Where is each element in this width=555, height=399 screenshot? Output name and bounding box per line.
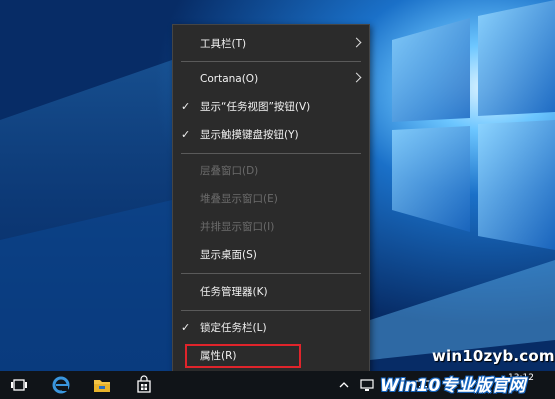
network-icon[interactable] — [356, 375, 378, 395]
menu-item-label: 显示桌面(S) — [200, 249, 257, 261]
store-icon[interactable] — [133, 375, 155, 395]
menu-item-toolbars[interactable]: 工具栏(T) — [173, 33, 369, 55]
menu-item-label: 任务管理器(K) — [200, 286, 268, 298]
menu-item-cortana[interactable]: Cortana(O) — [173, 68, 369, 90]
menu-item-label: 层叠窗口(D) — [200, 165, 259, 177]
checkmark-icon: ✓ — [181, 321, 191, 334]
menu-item-label: 显示“任务视图”按钮(V) — [200, 101, 311, 113]
task-view-icon[interactable] — [8, 375, 30, 395]
menu-item-lock-taskbar[interactable]: ✓ 锁定任务栏(L) — [173, 317, 369, 339]
chevron-up-icon[interactable] — [333, 375, 355, 395]
menu-item-show-touch-keyboard-button[interactable]: ✓ 显示触摸键盘按钮(Y) — [173, 124, 369, 146]
menu-item-task-manager[interactable]: 任务管理器(K) — [173, 281, 369, 303]
menu-separator — [181, 273, 361, 274]
menu-item-label: Cortana(O) — [200, 73, 259, 85]
menu-item-show-task-view-button[interactable]: ✓ 显示“任务视图”按钮(V) — [173, 96, 369, 118]
chevron-right-icon — [351, 72, 362, 83]
checkmark-icon: ✓ — [181, 128, 191, 141]
chevron-right-icon — [351, 37, 362, 48]
checkmark-icon: ✓ — [181, 100, 191, 113]
menu-item-label: 堆叠显示窗口(E) — [200, 193, 278, 205]
menu-item-label: 工具栏(T) — [200, 38, 247, 50]
watermark-site: win10zyb.com — [432, 347, 555, 365]
properties-highlight-box — [185, 344, 301, 368]
edge-icon[interactable] — [50, 375, 72, 395]
menu-item-label: 显示触摸键盘按钮(Y) — [200, 129, 299, 141]
menu-separator — [181, 310, 361, 311]
menu-item-label: 锁定任务栏(L) — [200, 322, 267, 334]
menu-item-show-desktop[interactable]: 显示桌面(S) — [173, 244, 369, 266]
menu-separator — [181, 61, 361, 62]
file-explorer-icon[interactable] — [91, 375, 113, 395]
menu-separator — [181, 153, 361, 154]
taskbar-context-menu: 工具栏(T) Cortana(O) ✓ 显示“任务视图”按钮(V) ✓ 显示触摸… — [172, 24, 370, 374]
menu-item-cascade-windows: 层叠窗口(D) — [173, 160, 369, 182]
menu-item-label: 并排显示窗口(I) — [200, 221, 275, 233]
menu-item-side-by-side-windows: 并排显示窗口(I) — [173, 216, 369, 238]
menu-item-stack-windows: 堆叠显示窗口(E) — [173, 188, 369, 210]
watermark-title: Win10专业版官网 — [380, 376, 526, 396]
